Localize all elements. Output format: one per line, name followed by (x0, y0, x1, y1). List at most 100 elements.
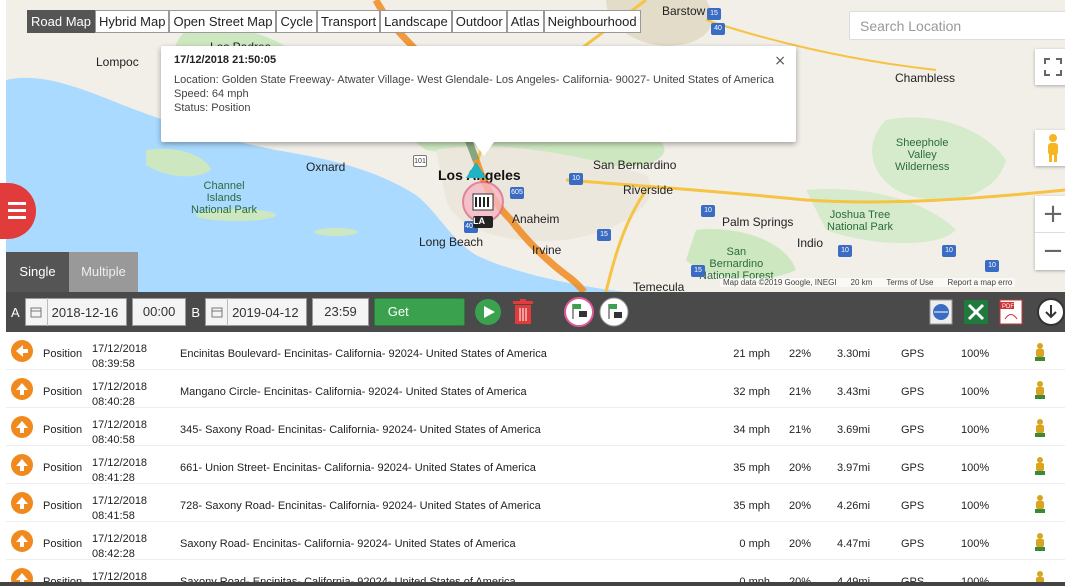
map-type-button[interactable]: Outdoor (451, 10, 507, 33)
row-distance: 4.26mi (837, 500, 871, 512)
history-row[interactable]: Position 17/12/2018 08:41:58 728- Saxony Ro… (6, 484, 1065, 522)
row-distance: 3.97mi (837, 462, 871, 474)
map-type-button[interactable]: Neighbourhood (543, 10, 641, 33)
row-speed: 0 mph (739, 538, 770, 550)
row-datetime: 17/12/2018 08:39:58 (92, 342, 147, 372)
map-type-button[interactable]: Road Map (27, 10, 95, 33)
row-address: 345- Saxony Road- Encinitas- California-… (180, 424, 541, 436)
map-type-button[interactable]: Hybrid Map (94, 10, 170, 33)
row-source: GPS (901, 348, 925, 360)
history-row[interactable]: Position 17/12/2018 08:40:58 345- Saxony Ro… (6, 408, 1065, 446)
get-history-button[interactable]: Get History (373, 298, 466, 345)
zoom-out-button[interactable]: − (1035, 233, 1065, 270)
start-end-flags-icon[interactable] (599, 297, 629, 327)
row-percent: 20% (789, 500, 812, 512)
highway-shield: 101 (413, 155, 427, 167)
calendar-icon (206, 298, 229, 326)
map-data-credit: Map data ©2019 Google, INEGI (723, 278, 837, 287)
fullscreen-button[interactable] (1035, 49, 1065, 85)
street-view-icon[interactable] (1033, 532, 1047, 552)
date-b-field[interactable]: 2019-04-12 (205, 298, 308, 326)
row-percent: 21% (789, 386, 812, 398)
park-label: Channel Islands National Park (191, 180, 257, 216)
map-type-button[interactable]: Cycle (276, 10, 317, 33)
map-type-button[interactable]: Open Street Map (169, 10, 277, 33)
history-row[interactable]: Position 17/12/2018 08:40:28 Mangano Circle… (6, 370, 1065, 408)
time-a-field[interactable]: 00:00 (131, 298, 187, 326)
time-b-field[interactable]: 23:59 (312, 298, 369, 326)
street-view-icon[interactable] (1033, 380, 1047, 400)
row-speed: 21 mph (733, 348, 770, 360)
street-view-icon[interactable] (1033, 494, 1047, 514)
highway-shield: 15 (707, 8, 721, 20)
date-a-field[interactable]: 2018-12-16 (24, 298, 127, 326)
street-view-button[interactable] (1035, 130, 1065, 166)
popup-close-icon[interactable]: × (774, 53, 786, 69)
row-source: GPS (901, 500, 925, 512)
pdf-label: PDF (1002, 304, 1014, 310)
row-datetime: 17/12/2018 08:40:58 (92, 418, 147, 448)
range-b-label: B (191, 304, 201, 320)
popup-title: 17/12/2018 21:50:05 (174, 54, 277, 66)
map-label: Riverside (623, 183, 674, 197)
history-row[interactable]: Position 17/12/2018 08:41:28 661- Union Str… (6, 446, 1065, 484)
play-icon[interactable] (474, 298, 502, 326)
zoom-in-button[interactable]: + (1035, 196, 1065, 233)
park-label: San Bernardino National Forest (699, 246, 774, 282)
multiple-mode-button[interactable]: Multiple (69, 252, 138, 292)
pdf-export-icon[interactable]: PDF (999, 299, 1023, 325)
row-date: 17/12/2018 (92, 343, 148, 355)
highway-shield: 15 (597, 229, 611, 241)
street-view-icon[interactable] (1033, 418, 1047, 438)
google-earth-export-icon[interactable] (929, 299, 953, 325)
report-error-link[interactable]: Report a map erro (947, 278, 1012, 287)
pegman-icon (1048, 134, 1058, 162)
map-label: Barstow (662, 4, 706, 18)
highway-shield: 10 (701, 205, 715, 217)
fullscreen-icon (1044, 58, 1062, 76)
left-margin (0, 0, 6, 586)
row-percent: 21% (789, 424, 812, 436)
zoom-control: + − (1035, 196, 1065, 270)
street-view-icon[interactable] (1033, 456, 1047, 476)
row-datetime: 17/12/2018 08:42:28 (92, 532, 147, 562)
excel-export-icon[interactable] (963, 299, 989, 325)
row-status: Position (43, 348, 83, 360)
route-flags-icon[interactable] (564, 297, 595, 327)
row-status: Position (43, 538, 83, 550)
highway-shield: 10 (569, 173, 583, 185)
arrow-up-icon (11, 530, 33, 552)
row-speed: 34 mph (733, 424, 770, 436)
delete-icon[interactable] (512, 299, 534, 325)
row-datetime: 17/12/2018 08:41:58 (92, 494, 147, 524)
single-mode-button[interactable]: Single (6, 252, 69, 292)
date-b-value: 2019-04-12 (232, 304, 299, 320)
calendar-icon (26, 298, 48, 326)
search-location-input[interactable]: Search Location (849, 11, 1065, 40)
row-percent: 20% (789, 462, 812, 474)
map-type-button[interactable]: Landscape (380, 10, 452, 33)
park-line: Joshua Tree National Park (827, 209, 894, 233)
arrow-up-icon (11, 454, 33, 476)
download-icon[interactable] (1037, 298, 1065, 326)
arrow-up-icon (11, 416, 33, 438)
map-type-button[interactable]: Transport (316, 10, 381, 33)
history-toolbar: A 2018-12-16 00:00 B 2019-04-12 23:59 Ge… (6, 292, 1065, 345)
row-accuracy: 100% (961, 386, 990, 398)
map-type-bar: Road Map Hybrid Map Open Street Map Cycle Tr… (27, 10, 641, 33)
street-view-icon[interactable] (1033, 342, 1047, 362)
map-type-button[interactable]: Atlas (506, 10, 544, 33)
row-address: Encinitas Boulevard- Encinitas- Californ… (180, 348, 547, 360)
history-row[interactable]: Position 17/12/2018 08:42:28 Saxony Road- E… (6, 522, 1065, 560)
la-badge: LA (473, 216, 485, 226)
history-row[interactable]: Position 17/12/2018 08:39:58 Encinitas Boul… (6, 332, 1065, 370)
mode-toggle: Single Multiple (6, 252, 138, 292)
map-view[interactable]: Barstow Los Padres Lompoc Chambless Oxna… (6, 0, 1065, 292)
row-percent: 20% (789, 538, 812, 550)
row-distance: 3.69mi (837, 424, 871, 436)
route-start-icon[interactable] (464, 160, 488, 180)
row-datetime: 17/12/2018 08:41:28 (92, 456, 147, 486)
terms-link[interactable]: Terms of Use (886, 278, 933, 287)
highway-shield: 10 (985, 260, 999, 272)
row-status: Position (43, 462, 83, 474)
